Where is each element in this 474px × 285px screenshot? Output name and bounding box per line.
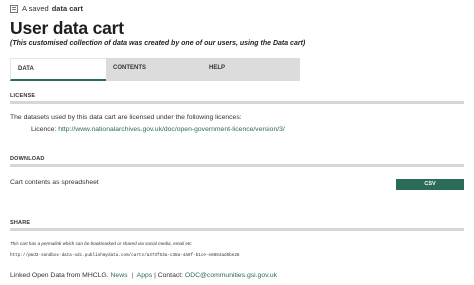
license-divider bbox=[10, 101, 464, 104]
footer-prefix: Linked Open Data from MHCLG. bbox=[10, 272, 109, 279]
download-text: Cart contents as spreadsheet bbox=[10, 179, 99, 186]
page-title: User data cart bbox=[10, 18, 124, 38]
share-divider bbox=[10, 228, 464, 231]
cart-icon bbox=[10, 4, 18, 13]
page-subtitle: (This customised collection of data was … bbox=[10, 40, 306, 47]
licence-label: Licence: bbox=[31, 126, 57, 133]
license-heading: LICENSE bbox=[10, 93, 36, 99]
footer-contact-label: | Contact: bbox=[154, 272, 184, 279]
tab-bar: DATA CONTENTS HELP bbox=[10, 58, 300, 81]
breadcrumb: A saved data cart bbox=[10, 4, 83, 13]
license-intro: The datasets used by this data cart are … bbox=[10, 114, 242, 121]
footer-news-link[interactable]: News bbox=[111, 272, 128, 279]
licence-link[interactable]: http://www.nationalarchives.gov.uk/doc/o… bbox=[58, 126, 285, 133]
breadcrumb-current: data cart bbox=[51, 4, 83, 13]
share-heading: SHARE bbox=[10, 220, 31, 226]
footer: Linked Open Data from MHCLG. News | Apps… bbox=[10, 272, 277, 279]
download-heading: DOWNLOAD bbox=[10, 156, 45, 162]
share-note: This cart has a permalink which can be b… bbox=[10, 241, 192, 246]
licence-line: Licence: http://www.nationalarchives.gov… bbox=[31, 126, 285, 133]
tab-data[interactable]: DATA bbox=[10, 58, 106, 81]
footer-contact-email[interactable]: ODC@communities.gsi.gov.uk bbox=[185, 272, 277, 279]
footer-apps-link[interactable]: Apps bbox=[137, 272, 153, 279]
download-divider bbox=[10, 164, 464, 167]
permalink-text[interactable]: http://pmd3-sandbox-data-odc.publishmyda… bbox=[10, 253, 240, 258]
tab-contents[interactable]: CONTENTS bbox=[106, 58, 202, 81]
footer-separator: | bbox=[131, 272, 134, 279]
csv-download-button[interactable]: CSV bbox=[396, 179, 464, 190]
tab-help[interactable]: HELP bbox=[202, 58, 300, 81]
breadcrumb-prefix: A saved bbox=[22, 4, 49, 13]
